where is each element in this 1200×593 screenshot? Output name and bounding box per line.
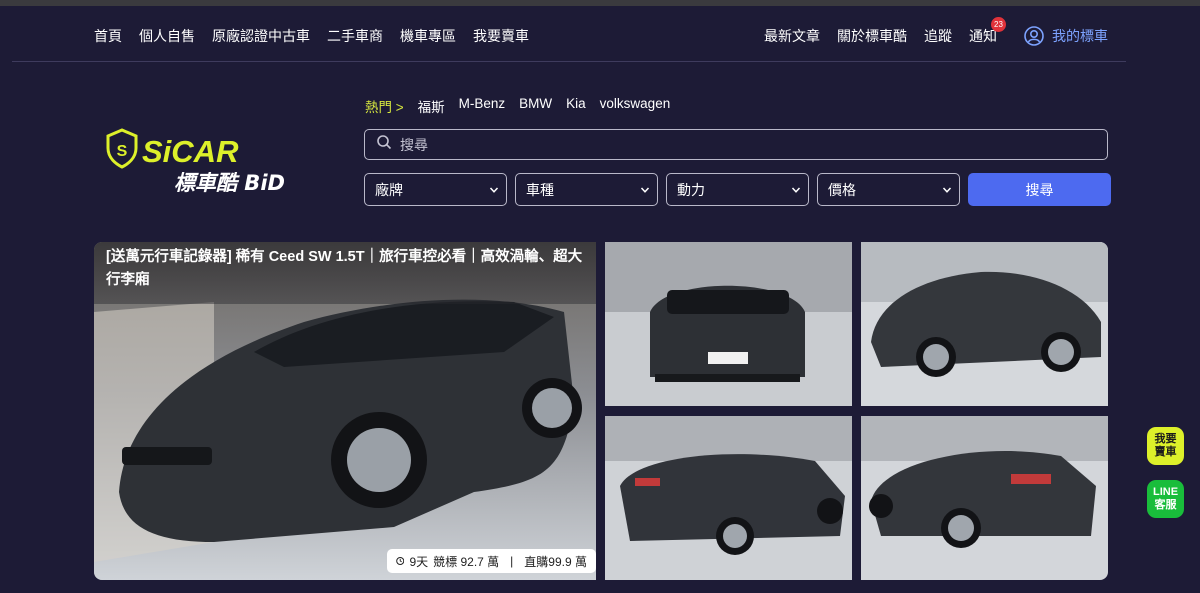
hot-tags: 熱門 > 福斯 M-Benz BMW Kia volkswagen [365,96,670,116]
nav-articles[interactable]: 最新文章 [764,26,820,46]
type-select-label: 車種 [526,181,554,198]
bid-price: 競標 92.7 萬 [433,554,500,569]
sell-car-line1: 我要 [1154,433,1177,445]
hot-tag[interactable]: volkswagen [600,96,671,116]
nav-private-sale[interactable]: 個人自售 [139,26,195,46]
car-thumbnail-rear-quarter[interactable] [861,416,1108,580]
nav-left-menu: 首頁 個人自售 原廠認證中古車 二手車商 機車專區 我要賣車 [94,26,529,46]
search-input[interactable] [400,136,1080,153]
account-label: 我的標車 [1052,28,1108,44]
search-button[interactable]: 搜尋 [968,173,1111,206]
hot-label: 熱門 > [365,100,404,115]
car-thumbnail-front[interactable] [605,242,852,406]
brand-select-label: 廠牌 [375,181,403,198]
line-support-float-button[interactable]: LINE 客服 [1147,480,1184,518]
top-nav: 首頁 個人自售 原廠認證中古車 二手車商 機車專區 我要賣車 最新文章 關於標車… [0,6,1200,62]
sell-car-line2: 賣車 [1154,446,1177,458]
nav-home[interactable]: 首頁 [94,26,122,46]
line-support-line1: LINE [1152,486,1179,498]
hot-tag[interactable]: BMW [519,96,552,116]
user-icon [1024,26,1044,46]
car-thumbnail-side[interactable] [861,242,1108,406]
svg-text:標車酷 BiD: 標車酷 BiD [174,171,285,195]
hot-tag[interactable]: 福斯 [418,96,445,116]
power-select[interactable]: 動力 [666,173,809,206]
days-left: 9天 [409,554,429,569]
brand-select[interactable]: 廠牌 [364,173,507,206]
bid-info-pill: 9天 競標 92.7 萬 | 直購99.9 萬 [387,549,596,573]
svg-text:SiCAR: SiCAR [142,134,239,169]
filter-bar: 廠牌 車種 動力 價格 搜尋 [364,173,1111,206]
price-select-label: 價格 [828,181,856,198]
svg-text:S: S [117,143,128,160]
nav-sell-car[interactable]: 我要賣車 [473,26,529,46]
chevron-down-icon [791,186,801,193]
hot-tag[interactable]: M-Benz [459,96,506,116]
nav-dealers[interactable]: 二手車商 [327,26,383,46]
main-car-photo[interactable]: [送萬元行車記錄器] 稀有 Ceed SW 1.5T｜旅行車控必看｜高效渦輪、超… [94,242,596,580]
search-icon [376,134,400,155]
search-box [364,129,1108,160]
line-support-line2: 客服 [1154,499,1177,511]
nav-divider [12,61,1126,62]
nav-about[interactable]: 關於標車酷 [837,26,907,46]
chevron-down-icon [640,186,650,193]
nav-right-menu: 最新文章 關於標車酷 追蹤 通知 23 我的標車 [764,17,1108,46]
sicar-bid-logo[interactable]: S SiCAR 標車酷 BiD [104,128,320,198]
notification-badge: 23 [991,17,1006,32]
hot-tag[interactable]: Kia [566,96,586,116]
nav-motorcycles[interactable]: 機車專區 [400,26,456,46]
notification-wrap: 通知 23 [969,17,1006,46]
chevron-down-icon [489,186,499,193]
pill-separator: | [510,554,514,568]
nav-follow[interactable]: 追蹤 [924,26,952,46]
listing-gallery: [送萬元行車記錄器] 稀有 Ceed SW 1.5T｜旅行車控必看｜高效渦輪、超… [94,242,1108,580]
account-link[interactable]: 我的標車 [1024,26,1108,46]
sell-car-float-button[interactable]: 我要 賣車 [1147,427,1184,465]
type-select[interactable]: 車種 [515,173,658,206]
price-select[interactable]: 價格 [817,173,960,206]
nav-notifications[interactable]: 通知 [969,28,997,44]
clock-icon [396,556,405,566]
listing-title: [送萬元行車記錄器] 稀有 Ceed SW 1.5T｜旅行車控必看｜高效渦輪、超… [94,242,596,304]
buy-now-price: 直購99.9 萬 [524,554,587,569]
car-thumbnail-rear[interactable] [605,416,852,580]
power-select-label: 動力 [677,181,705,198]
chevron-down-icon [942,186,952,193]
nav-certified-used[interactable]: 原廠認證中古車 [212,26,310,46]
